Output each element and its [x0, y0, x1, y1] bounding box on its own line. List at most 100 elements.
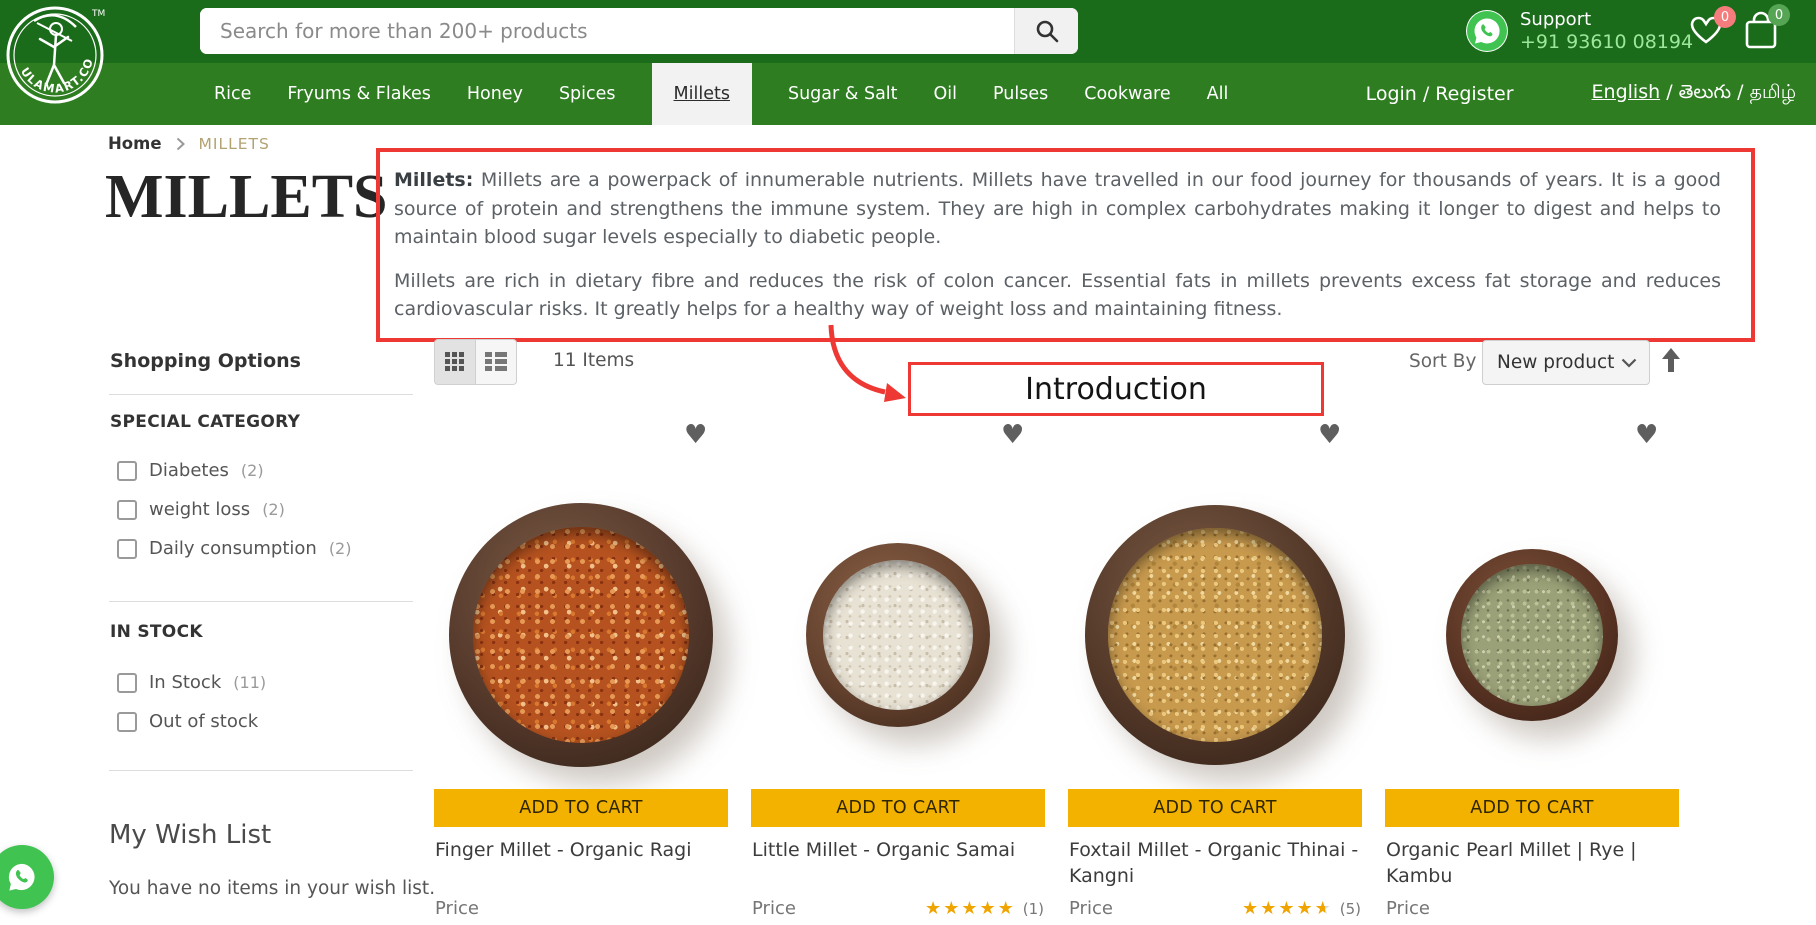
product-title[interactable]: Organic Pearl Millet | Rye | Kambu [1386, 838, 1678, 889]
filter-label: In Stock [149, 672, 221, 693]
support-phone-number[interactable]: +91 93610 08194 [1520, 30, 1693, 54]
product-image-little-millet[interactable] [806, 543, 990, 727]
review-count[interactable]: (5) [1340, 900, 1361, 918]
nav-item-oil[interactable]: Oil [934, 63, 958, 125]
category-nav-bar: Rice Fryums & Flakes Honey Spices Millet… [0, 63, 1816, 125]
list-view-icon [485, 352, 507, 372]
checkbox[interactable] [117, 539, 137, 559]
nav-item-spices[interactable]: Spices [559, 63, 616, 125]
nav-items: Rice Fryums & Flakes Honey Spices Millet… [0, 63, 1228, 125]
add-to-cart-button[interactable]: ADD TO CART [1068, 789, 1362, 827]
nav-item-millets[interactable]: Millets [652, 63, 752, 125]
nav-item-sugar-salt[interactable]: Sugar & Salt [788, 63, 898, 125]
product-card-foxtail-millet: ♥ ADD TO CART Foxtail Millet - Organic T… [1068, 420, 1362, 925]
cart-count-badge: 0 [1768, 4, 1790, 26]
nav-right-group: Login / Register English / తెలుగు / தமிழ… [1366, 63, 1816, 125]
description-text-1: Millets are a powerpack of innumerable n… [394, 169, 1721, 248]
filter-option-daily-consumption[interactable]: Daily consumption (2) [117, 538, 351, 559]
view-mode-toggle [434, 339, 517, 385]
wishlist-heart-icon[interactable]: ♥ [1318, 422, 1341, 448]
breadcrumb-current: MILLETS [199, 135, 270, 153]
price-row: Price ★★★★★(5) [1069, 898, 1361, 919]
millet-grains [1108, 528, 1321, 741]
millet-grains [473, 527, 689, 743]
filter-count: (2) [241, 461, 264, 480]
sidebar-divider [109, 601, 413, 602]
add-to-cart-button[interactable]: ADD TO CART [434, 789, 728, 827]
category-description-highlight-box: Millets: Millets are a powerpack of innu… [376, 148, 1755, 342]
product-image-pearl-millet[interactable] [1446, 549, 1618, 721]
add-to-cart-button[interactable]: ADD TO CART [1385, 789, 1679, 827]
grid-view-button[interactable] [434, 339, 476, 385]
sidebar-divider [109, 770, 413, 771]
support-label: Support [1520, 10, 1693, 30]
search-input[interactable] [200, 8, 1014, 54]
filter-option-diabetes[interactable]: Diabetes (2) [117, 460, 264, 481]
checkbox[interactable] [117, 500, 137, 520]
whatsapp-chat-button[interactable] [0, 845, 54, 909]
product-image-foxtail-millet[interactable] [1085, 505, 1345, 765]
login-register-link[interactable]: Login / Register [1366, 83, 1514, 105]
filter-option-weight-loss[interactable]: weight loss (2) [117, 499, 285, 520]
product-image-finger-millet[interactable] [449, 503, 713, 767]
archer-logo-icon: TM ULAMART.COM [4, 3, 108, 107]
support-text: Support +91 93610 08194 [1520, 10, 1693, 54]
price-label: Price [435, 898, 479, 919]
wishlist-heart-icon[interactable]: ♥ [1635, 422, 1658, 448]
sort-dropdown[interactable]: New product [1482, 340, 1650, 385]
list-view-button[interactable] [476, 339, 517, 385]
checkbox[interactable] [117, 461, 137, 481]
review-count[interactable]: (1) [1023, 900, 1044, 918]
filter-label: Diabetes [149, 460, 229, 481]
filter-section-in-stock: IN STOCK [110, 622, 203, 642]
filter-label: Out of stock [149, 711, 258, 732]
filter-option-out-of-stock[interactable]: Out of stock [117, 711, 258, 732]
language-english-link[interactable]: English [1592, 81, 1661, 103]
filter-count: (11) [233, 673, 266, 692]
wishlist-heart-icon[interactable]: ♥ [1001, 422, 1024, 448]
grid-view-icon [445, 352, 465, 372]
nav-item-all[interactable]: All [1207, 63, 1229, 125]
price-row: Price [1386, 898, 1678, 919]
checkbox[interactable] [117, 712, 137, 732]
language-tamil-link[interactable]: தமிழ் [1750, 81, 1796, 103]
filter-label: weight loss [149, 499, 250, 520]
support-block: Support +91 93610 08194 [1466, 10, 1693, 54]
product-title[interactable]: Finger Millet - Organic Ragi [435, 838, 727, 864]
breadcrumb-home-link[interactable]: Home [108, 134, 162, 153]
chevron-right-icon [176, 137, 185, 151]
nav-item-cookware[interactable]: Cookware [1084, 63, 1170, 125]
price-row: Price [435, 898, 727, 919]
filter-count: (2) [329, 539, 352, 558]
sort-direction-button[interactable] [1660, 347, 1682, 377]
product-card-finger-millet: ♥ ADD TO CART Finger Millet - Organic Ra… [434, 420, 728, 925]
nav-item-rice[interactable]: Rice [214, 63, 251, 125]
product-title[interactable]: Little Millet - Organic Samai [752, 838, 1044, 864]
svg-text:TM: TM [91, 9, 105, 19]
nav-item-fryums-flakes[interactable]: Fryums & Flakes [287, 63, 430, 125]
nav-item-honey[interactable]: Honey [467, 63, 523, 125]
add-to-cart-button[interactable]: ADD TO CART [751, 789, 1045, 827]
search-button[interactable] [1014, 8, 1078, 54]
product-rating: ★★★★★(1) [925, 900, 1044, 918]
description-paragraph-1: Millets: Millets are a powerpack of innu… [394, 166, 1721, 252]
sort-by-label: Sort By [1409, 351, 1476, 372]
millet-grains [1461, 564, 1602, 705]
filter-section-special-category: SPECIAL CATEGORY [110, 412, 300, 432]
checkbox[interactable] [117, 673, 137, 693]
product-card-little-millet: ♥ ADD TO CART Little Millet - Organic Sa… [751, 420, 1045, 925]
product-card-pearl-millet: ♥ ADD TO CART Organic Pearl Millet | Rye… [1385, 420, 1679, 925]
price-label: Price [1386, 898, 1430, 919]
wishlist-heart-icon[interactable]: ♥ [684, 422, 707, 448]
product-title[interactable]: Foxtail Millet - Organic Thinai - Kangni [1069, 838, 1361, 889]
breadcrumb: Home MILLETS [108, 134, 270, 153]
language-telugu-link[interactable]: తెలుగు [1679, 81, 1731, 103]
filter-option-in-stock[interactable]: In Stock (11) [117, 672, 266, 693]
filter-count: (2) [262, 500, 285, 519]
nav-item-pulses[interactable]: Pulses [993, 63, 1048, 125]
millets-category-page: Rice Fryums & Flakes Honey Spices Millet… [0, 0, 1816, 925]
description-lead: Millets: [394, 169, 473, 191]
ulamart-logo[interactable]: TM ULAMART.COM [4, 3, 108, 107]
whatsapp-icon [1466, 10, 1508, 52]
price-label: Price [752, 898, 796, 919]
